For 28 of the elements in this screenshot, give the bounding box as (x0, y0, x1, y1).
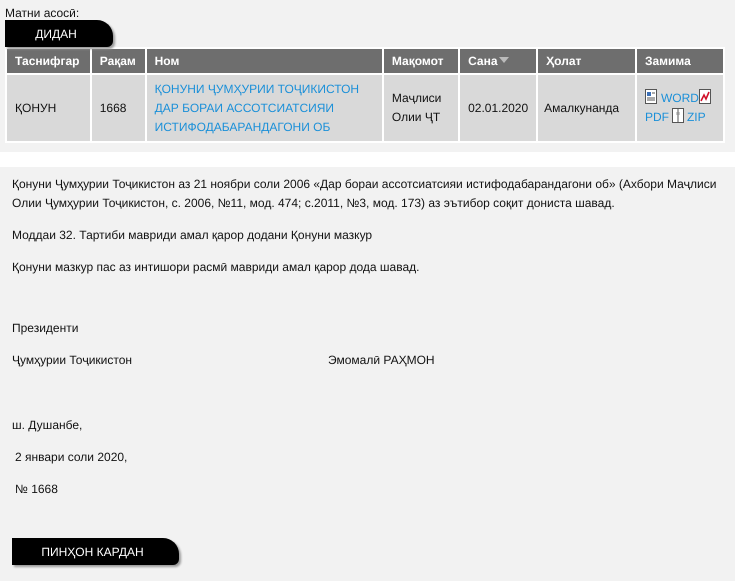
document-icon (644, 89, 657, 104)
column-header[interactable]: Рақам (90, 48, 146, 74)
basis-label: Матни асосӣ: (5, 6, 80, 20)
signature-place: ш. Душанбе, (12, 418, 84, 432)
document-paragraph: Қонуни мазкур пас аз интишори расмӣ мавриди амал қарор дода шавад. (12, 259, 420, 276)
table-cell: Маҷлиси Олии ҶТ (382, 74, 460, 142)
signature-date: 2 январи соли 2020, (14, 450, 128, 464)
column-header[interactable]: Таснифгар (6, 48, 91, 74)
signature-number: № 1668 (14, 482, 59, 496)
archive-icon (672, 108, 684, 123)
column-header[interactable]: Ном (146, 48, 383, 74)
signature-country: Ҷумҳурии Тоҷикистон (12, 353, 134, 367)
signature-title: Президенти (12, 321, 80, 335)
table-cell: ҚОНУН (6, 74, 91, 142)
table-cell: 1668 (90, 74, 146, 142)
signature-name: Эмомалӣ РАҲМОН (328, 353, 435, 367)
sort-arrow-icon (498, 57, 509, 63)
column-header[interactable]: Мақомот (382, 48, 460, 74)
hide-button[interactable]: ПИНҲОН КАРДАН (12, 538, 179, 565)
column-header[interactable]: Ҳолат (537, 48, 636, 74)
column-header[interactable]: Сана (459, 48, 538, 74)
column-header[interactable]: Замима (636, 48, 724, 74)
table-cell: 02.01.2020 (459, 74, 538, 142)
pdf-icon (698, 89, 711, 104)
document-paragraph: Қонуни Ҷумҳурии Тоҷикистон аз 21 ноябри соли 2006 «Дар бораи ассотсиатсияи истифодабарандагони об» (Ахбори Маҷлиси Олии Ҷумҳурии Тоҷикистон, с. 2006, №11, мод. 474; с.2011, №3, мод. 173) аз эътибор соқит дониста шавад. (12, 176, 718, 212)
view-button[interactable]: ДИДАН (5, 20, 113, 47)
table-cell: Амалкунанда (537, 74, 636, 142)
document-paragraph: Моддаи 32. Тартиби мавриди амал қарор додани Қонуни мазкур (12, 227, 374, 244)
